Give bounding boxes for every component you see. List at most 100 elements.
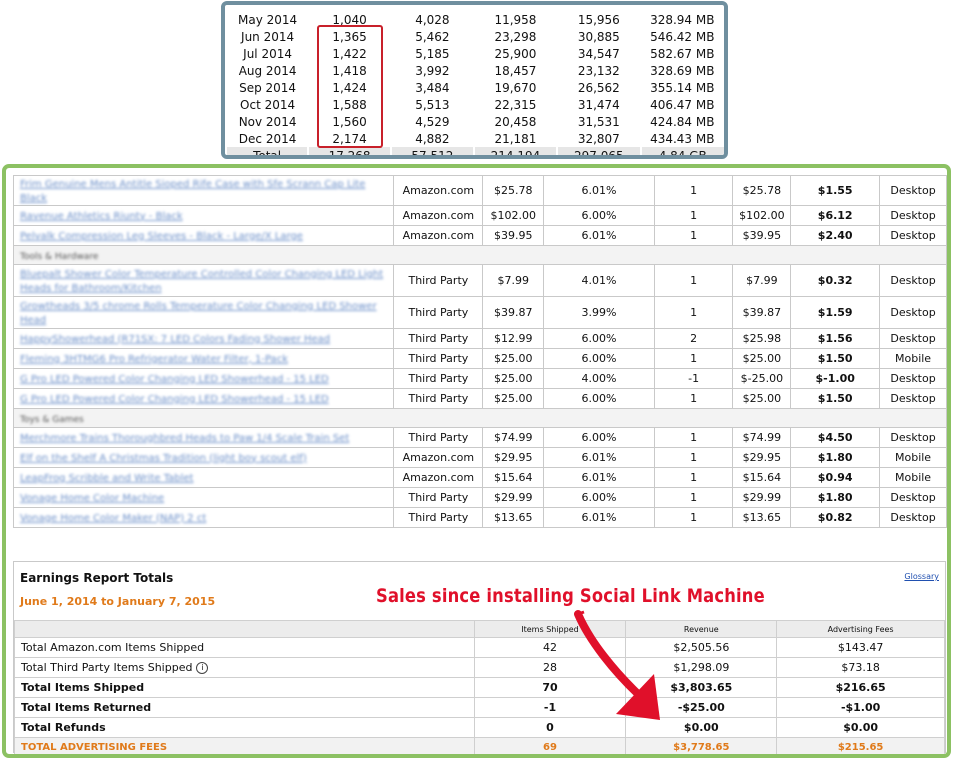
totals-value: $143.47	[837, 641, 884, 654]
product-name-cell: G Pro LED Powered Color Changing LED Sho…	[12, 388, 395, 409]
quantity-cell: 1	[653, 427, 734, 448]
product-link[interactable]: G Pro LED Powered Color Changing LED Sho…	[20, 374, 329, 385]
totals-value: $3,803.65	[670, 681, 733, 694]
stats-cell: May 2014	[238, 12, 298, 27]
fee-cell: $1.50	[790, 388, 881, 409]
totals-value: $73.18	[841, 661, 880, 674]
order-row: Vonage Home Color Machine Third Party $29.…	[12, 487, 947, 508]
seller-cell: Third Party	[393, 296, 484, 329]
revenue-cell: $29.99	[732, 487, 792, 508]
product-link[interactable]: Ravenue Athletics Riunty - Black	[20, 211, 183, 222]
stats-cell: 15,956	[577, 12, 620, 27]
product-link[interactable]: Elf on the Shelf A Christmas Tradition (…	[20, 453, 307, 464]
order-row: HappyShowerhead (R71SX: 7 LED Colors Fad…	[12, 328, 947, 349]
fee-cell: $0.32	[790, 264, 881, 297]
seller-cell: Third Party	[393, 264, 484, 297]
stats-cell: 546.42 MB	[650, 29, 715, 44]
product-link[interactable]: Merchmore Trains Thoroughbred Heads to P…	[20, 433, 349, 444]
stats-cell: 3,992	[415, 63, 450, 78]
price-cell: $74.99	[482, 427, 545, 448]
product-link[interactable]: Growtheads 3/5 chrome Rolls Temperature …	[20, 301, 377, 326]
device-cell: Desktop	[879, 225, 947, 246]
totals-value: 69	[543, 742, 557, 753]
category-label: Tools & Hardware	[20, 251, 99, 262]
totals-row: Total Refunds 0 $0.00 $0.00	[14, 717, 945, 738]
totals-label: TOTAL ADVERTISING FEES	[21, 742, 168, 753]
totals-value: -$25.00	[677, 701, 725, 714]
totals-value: 0	[546, 721, 554, 734]
order-row: Bluepalt Shower Color Temperature Contro…	[12, 264, 947, 297]
totals-value-cell: $3,778.65	[625, 737, 778, 754]
totals-value: $0.00	[843, 721, 879, 734]
totals-row: Total Third Party Items Shipped i 28 $1,298…	[14, 657, 945, 678]
stats-cell: 424.84 MB	[650, 114, 715, 129]
device-cell: Desktop	[879, 368, 947, 389]
seller-cell: Amazon.com	[393, 205, 484, 226]
stats-cell: 21,181	[494, 131, 537, 146]
order-row: Frim Genuine Mens Antitle Sioped Rife Ca…	[12, 175, 947, 206]
seller-cell: Third Party	[393, 427, 484, 448]
stats-cell: 34,547	[577, 46, 620, 61]
quantity-cell: 1	[653, 507, 734, 528]
order-row: Elf on the Shelf A Christmas Tradition (…	[12, 447, 947, 468]
product-link[interactable]: LeapFrog Scribble and Write Tablet	[20, 473, 193, 484]
info-icon[interactable]: i	[196, 662, 209, 674]
revenue-cell: $15.64	[732, 467, 792, 488]
stats-cell: 2,174	[332, 131, 367, 146]
price-cell: $102.00	[482, 205, 545, 226]
seller-cell: Amazon.com	[393, 447, 484, 468]
totals-label-cell: Total Items Returned	[14, 697, 475, 718]
stats-cell: 1,365	[332, 29, 367, 44]
seller-cell: Amazon.com	[393, 467, 484, 488]
product-link[interactable]: Vonage Home Color Maker (NAP) 2 ct	[20, 513, 206, 524]
totals-label-cell: TOTAL ADVERTISING FEES	[14, 737, 475, 754]
stats-row: Aug 2014 1,418 3,992 18,457 23,132 328.69 MB	[227, 62, 724, 79]
product-link[interactable]: Fleming 3HTMG6 Pro Refrigerator Water Fi…	[20, 354, 288, 365]
totals-label: Total Amazon.com Items Shipped	[21, 641, 205, 654]
quantity-cell: 1	[653, 225, 734, 246]
stats-cell: 31,474	[577, 97, 620, 112]
stats-cell: 11,958	[494, 12, 537, 27]
product-link[interactable]: G Pro LED Powered Color Changing LED Sho…	[20, 394, 329, 405]
totals-value: -1	[543, 701, 557, 714]
order-row: Pelvalk Compression Leg Sleeves - Black …	[12, 225, 947, 246]
stats-row: Jul 2014 1,422 5,185 25,900 34,547 582.67 MB	[227, 45, 724, 62]
product-link[interactable]: Vonage Home Color Machine	[20, 493, 164, 504]
product-link[interactable]: Pelvalk Compression Leg Sleeves - Black …	[20, 231, 303, 242]
device-cell: Desktop	[879, 427, 947, 448]
totals-label-cell: Total Amazon.com Items Shipped	[14, 637, 475, 658]
stats-cell: 297,065	[556, 147, 641, 155]
totals-label-cell: Total Items Shipped	[14, 677, 475, 698]
fee-cell: $4.50	[790, 427, 881, 448]
product-link[interactable]: Bluepalt Shower Color Temperature Contro…	[20, 269, 383, 294]
totals-row: Total Items Shipped 70 $3,803.65 $216.65	[14, 677, 945, 698]
stats-row: Dec 2014 2,174 4,882 21,181 32,807 434.43 MB	[227, 130, 724, 147]
stats-row: May 2014 1,040 4,028 11,958 15,956 328.94 MB	[227, 11, 724, 28]
quantity-cell: 1	[653, 447, 734, 468]
product-link[interactable]: HappyShowerhead (R71SX: 7 LED Colors Fad…	[20, 334, 330, 345]
stats-cell: 26,562	[577, 80, 620, 95]
device-cell: Desktop	[879, 175, 947, 206]
fee-rate-cell: 6.00%	[543, 388, 655, 409]
fee-rate-cell: 6.00%	[543, 205, 655, 226]
fee-cell: $1.80	[790, 487, 881, 508]
stats-cell: 32,807	[577, 131, 620, 146]
glossary-link[interactable]: Glossary	[904, 572, 939, 581]
fee-cell: $1.50	[790, 348, 881, 369]
quantity-cell: 1	[653, 467, 734, 488]
seller-cell: Third Party	[393, 348, 484, 369]
quantity-cell: 2	[653, 328, 734, 349]
quantity-cell: 1	[653, 388, 734, 409]
monthly-stats-table: May 2014 1,040 4,028 11,958 15,956 328.94 MB J…	[227, 11, 724, 155]
stats-cell: 355.14 MB	[650, 80, 715, 95]
product-link[interactable]: Frim Genuine Mens Antitle Sioped Rife Ca…	[20, 179, 365, 204]
fee-rate-cell: 3.99%	[543, 296, 655, 329]
totals-label: Total Items Shipped	[21, 681, 145, 694]
stats-cell: 4,028	[415, 12, 450, 27]
price-cell: $29.99	[482, 487, 545, 508]
product-name-cell: Pelvalk Compression Leg Sleeves - Black …	[12, 225, 395, 246]
device-cell: Mobile	[879, 447, 947, 468]
totals-row: Total Amazon.com Items Shipped 42 $2,505.5…	[14, 637, 945, 658]
totals-value-cell: $143.47	[776, 637, 945, 658]
revenue-cell: $25.98	[732, 328, 792, 349]
